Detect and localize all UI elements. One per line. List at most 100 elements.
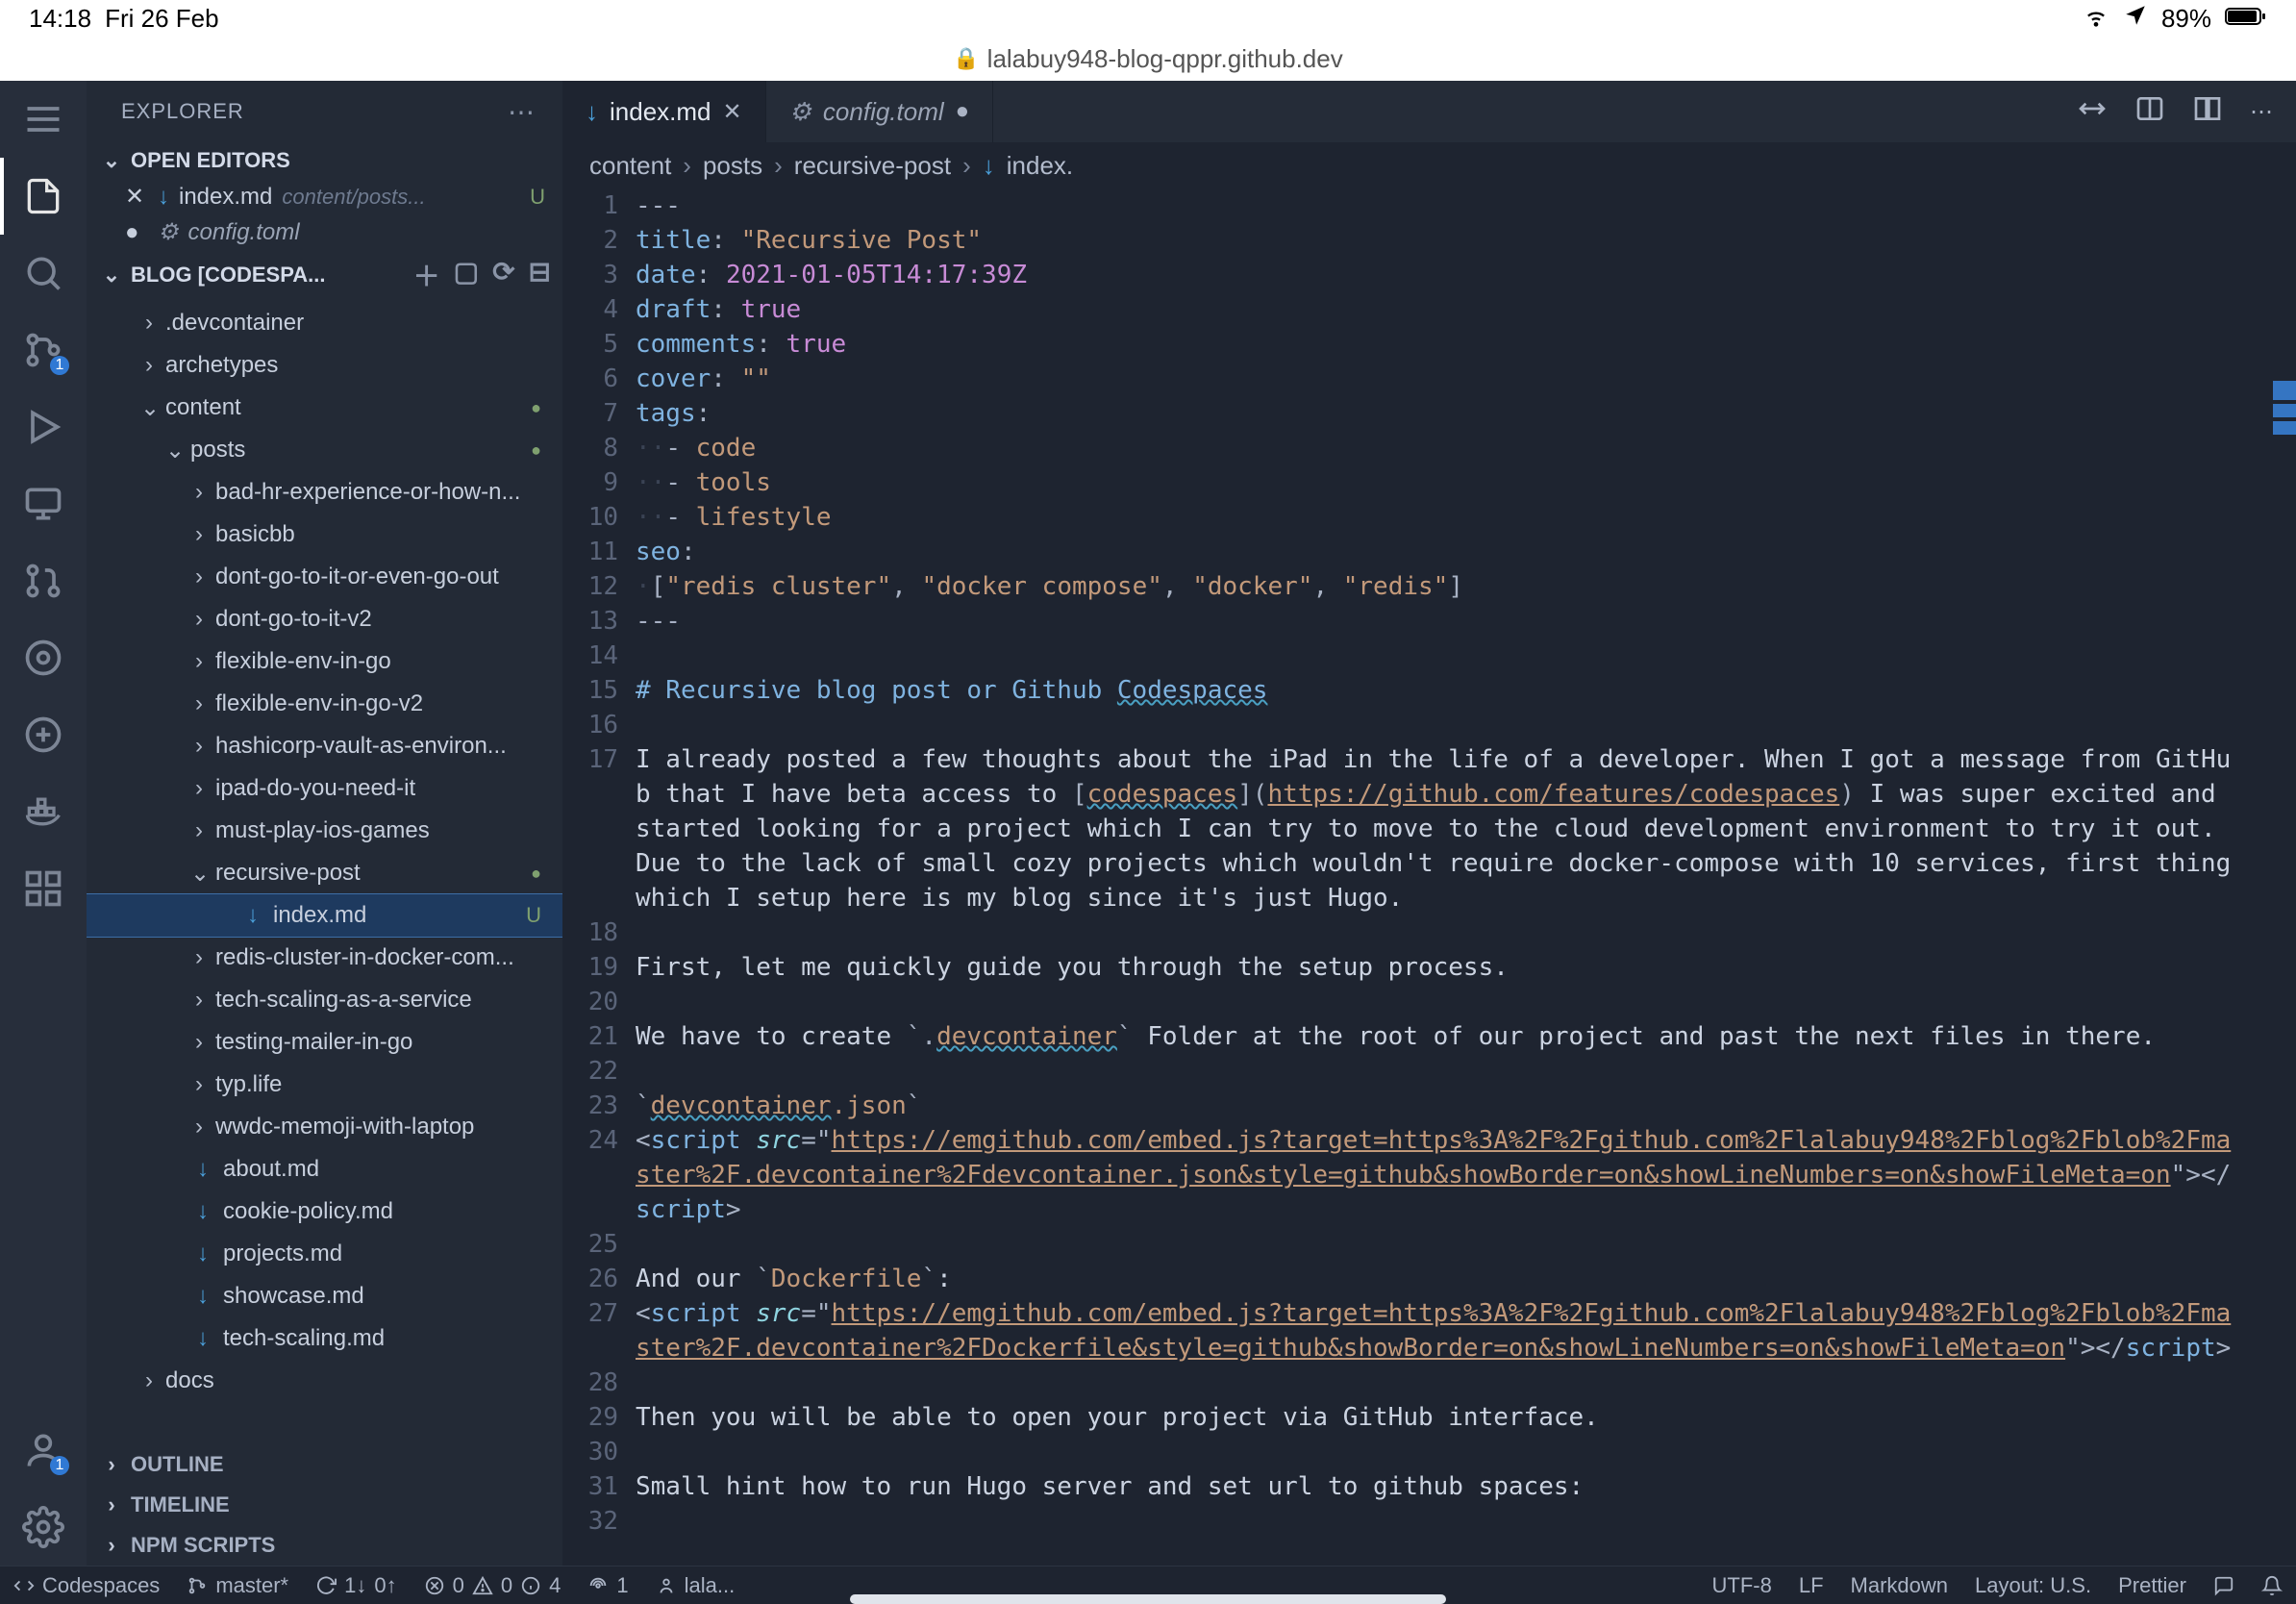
breadcrumb-item[interactable]: index.	[1007, 151, 1073, 181]
codespaces-status[interactable]: Codespaces	[0, 1573, 173, 1598]
explorer-icon[interactable]	[0, 158, 87, 235]
code-editor[interactable]: 1234567891011121314151617181920212223242…	[562, 188, 2296, 1566]
code-line[interactable]: ---	[636, 188, 2234, 223]
code-line[interactable]	[636, 708, 2234, 742]
code-line[interactable]: comments: true	[636, 327, 2234, 362]
code-line[interactable]	[636, 1504, 2234, 1539]
code-line[interactable]: tags:	[636, 396, 2234, 431]
tree-file[interactable]: ↓about.md	[87, 1148, 562, 1190]
minimap[interactable]	[2273, 188, 2296, 1566]
remote-explorer-icon[interactable]	[0, 465, 87, 542]
tree-folder[interactable]: ›.devcontainer	[87, 302, 562, 344]
code-line[interactable]	[636, 639, 2234, 673]
tree-folder[interactable]: ⌄content●	[87, 387, 562, 429]
more-actions-icon[interactable]: ⋯	[2250, 98, 2273, 126]
tree-folder[interactable]: ›bad-hr-experience-or-how-n...	[87, 471, 562, 514]
editor-tab[interactable]: ⚙config.toml●	[766, 81, 994, 142]
code-line[interactable]: <script src="https://emgithub.com/embed.…	[636, 1123, 2234, 1227]
code-line[interactable]	[636, 985, 2234, 1019]
open-editor-item[interactable]: ✕ ↓ index.md content/posts... U	[87, 179, 562, 214]
search-icon[interactable]	[0, 235, 87, 312]
tree-file[interactable]: ↓tech-scaling.md	[87, 1317, 562, 1360]
tree-file[interactable]: ↓index.mdU	[87, 894, 562, 937]
notifications-icon[interactable]	[2248, 1573, 2296, 1598]
feedback-icon[interactable]	[2200, 1573, 2248, 1598]
tree-folder[interactable]: ⌄posts●	[87, 429, 562, 471]
tree-folder[interactable]: ›wwdc-memoji-with-laptop	[87, 1106, 562, 1148]
tree-folder[interactable]: ›testing-mailer-in-go	[87, 1021, 562, 1064]
tree-folder[interactable]: ›must-play-ios-games	[87, 810, 562, 852]
code-line[interactable]: I already posted a few thoughts about th…	[636, 742, 2234, 915]
close-icon[interactable]: ●	[125, 219, 148, 246]
tree-folder[interactable]: ›redis-cluster-in-docker-com...	[87, 937, 562, 979]
new-file-icon[interactable]: ＋	[413, 256, 440, 294]
npm-scripts-section[interactable]: › NPM SCRIPTS	[87, 1525, 562, 1566]
code-line[interactable]: First, let me quickly guide you through …	[636, 950, 2234, 985]
tree-file[interactable]: ↓projects.md	[87, 1233, 562, 1275]
new-folder-icon[interactable]: ▢	[454, 256, 479, 294]
browser-address-bar[interactable]: 🔒 lalabuy948-blog-qppr.github.dev	[0, 37, 2296, 81]
tree-folder[interactable]: ›dont-go-to-it-or-even-go-out	[87, 556, 562, 598]
code-line[interactable]: And our `Dockerfile`:	[636, 1262, 2234, 1296]
language-status[interactable]: Markdown	[1837, 1573, 1961, 1598]
tree-folder[interactable]: ›hashicorp-vault-as-environ...	[87, 725, 562, 767]
split-editor-icon[interactable]	[2192, 93, 2223, 131]
tree-file[interactable]: ↓showcase.md	[87, 1275, 562, 1317]
code-line[interactable]: <script src="https://emgithub.com/embed.…	[636, 1296, 2234, 1366]
run-debug-icon[interactable]	[0, 388, 87, 465]
eol-status[interactable]: LF	[1785, 1573, 1837, 1598]
refresh-icon[interactable]: ⟳	[492, 256, 514, 294]
code-line[interactable]: ··- code	[636, 431, 2234, 465]
tree-folder[interactable]: ›archetypes	[87, 344, 562, 387]
code-line[interactable]	[636, 1366, 2234, 1400]
code-line[interactable]: ··- tools	[636, 465, 2234, 500]
code-line[interactable]: We have to create `.devcontainer` Folder…	[636, 1019, 2234, 1054]
problems-status[interactable]: 0 0 4	[411, 1573, 575, 1598]
sidebar-more-icon[interactable]: ⋯	[508, 96, 536, 128]
tree-folder[interactable]: ›dont-go-to-it-v2	[87, 598, 562, 640]
compare-changes-icon[interactable]	[2077, 93, 2108, 131]
settings-gear-icon[interactable]	[0, 1489, 87, 1566]
code-line[interactable]: ··- lifestyle	[636, 500, 2234, 535]
github-pr-icon[interactable]	[0, 542, 87, 619]
close-icon[interactable]: ●	[956, 98, 970, 125]
open-preview-icon[interactable]	[2134, 93, 2165, 131]
home-indicator[interactable]	[850, 1594, 1446, 1604]
live-share-status[interactable]: lala...	[642, 1573, 749, 1598]
accounts-icon[interactable]: 1	[0, 1412, 87, 1489]
code-line[interactable]: cover: ""	[636, 362, 2234, 396]
code-line[interactable]: title: "Recursive Post"	[636, 223, 2234, 258]
docker-icon[interactable]	[0, 773, 87, 850]
tree-folder[interactable]: ›ipad-do-you-need-it	[87, 767, 562, 810]
encoding-status[interactable]: UTF-8	[1699, 1573, 1785, 1598]
live-share-icon[interactable]	[0, 619, 87, 696]
sync-status[interactable]: 1↓ 0↑	[302, 1573, 411, 1598]
code-line[interactable]	[636, 1054, 2234, 1089]
code-line[interactable]: Small hint how to run Hugo server and se…	[636, 1469, 2234, 1504]
close-icon[interactable]: ✕	[125, 183, 148, 211]
tree-folder[interactable]: ›typ.life	[87, 1064, 562, 1106]
code-line[interactable]	[636, 915, 2234, 950]
tree-folder[interactable]: ›docs	[87, 1360, 562, 1402]
collapse-icon[interactable]: ⊟	[529, 256, 551, 294]
code-line[interactable]	[636, 1435, 2234, 1469]
outline-section[interactable]: › OUTLINE	[87, 1444, 562, 1485]
code-line[interactable]: # Recursive blog post or Github Codespac…	[636, 673, 2234, 708]
breadcrumb-item[interactable]: content	[589, 151, 671, 181]
keyboard-layout-status[interactable]: Layout: U.S.	[1961, 1573, 2105, 1598]
open-editors-section[interactable]: ⌄ OPEN EDITORS	[87, 142, 562, 179]
code-line[interactable]	[636, 1227, 2234, 1262]
source-control-icon[interactable]: 1	[0, 312, 87, 388]
extensions-icon[interactable]	[0, 850, 87, 927]
close-icon[interactable]: ✕	[723, 98, 742, 126]
code-line[interactable]: date: 2021-01-05T14:17:39Z	[636, 258, 2234, 292]
workspace-section[interactable]: ⌄ BLOG [CODESPA... ＋ ▢ ⟳ ⊟	[87, 250, 562, 300]
open-editor-item[interactable]: ● ⚙ config.toml	[87, 214, 562, 250]
breadcrumb[interactable]: content › posts › recursive-post › ↓ ind…	[562, 142, 2296, 188]
timeline-section[interactable]: › TIMELINE	[87, 1485, 562, 1525]
breadcrumb-item[interactable]: posts	[703, 151, 762, 181]
code-line[interactable]: draft: true	[636, 292, 2234, 327]
code-content[interactable]: ---title: "Recursive Post"date: 2021-01-…	[636, 188, 2273, 1566]
tree-folder[interactable]: ›basicbb	[87, 514, 562, 556]
prettier-status[interactable]: Prettier	[2105, 1573, 2200, 1598]
